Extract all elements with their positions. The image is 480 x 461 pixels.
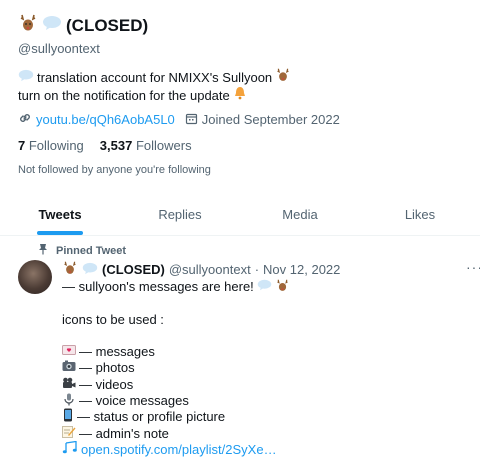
tab-media[interactable]: Media	[240, 196, 360, 235]
speech-bubble-icon	[257, 279, 272, 295]
mobile-phone-icon	[62, 408, 74, 426]
profile-display-name: (CLOSED)	[66, 15, 149, 35]
list-item: — videos	[62, 377, 290, 393]
speech-bubble-icon	[42, 15, 62, 36]
bell-icon	[233, 86, 247, 104]
more-icon[interactable]: ···	[466, 259, 480, 275]
tab-tweets[interactable]: Tweets	[0, 196, 120, 235]
icons-intro: icons to be used :	[62, 311, 164, 327]
not-followed-notice: Not followed by anyone you're following	[18, 164, 211, 176]
tab-likes[interactable]: Likes	[360, 196, 480, 235]
tweet-line1: — sullyoon's messages are here!	[62, 279, 254, 294]
profile-handle: @sullyoontext	[18, 41, 100, 56]
microphone-icon	[62, 393, 76, 410]
deer-icon	[62, 261, 78, 278]
deer-icon	[275, 68, 291, 86]
pinned-indicator: Pinned Tweet	[38, 243, 126, 258]
following-count: 7	[18, 138, 26, 153]
following-label: Following	[28, 138, 84, 153]
bio-text-line2: turn on the notification for the update	[18, 87, 230, 103]
list-item: open.spotify.com/playlist/2SyXe…	[62, 441, 290, 458]
followers-link[interactable]: 3,537 Followers	[100, 138, 192, 153]
deer-icon	[18, 14, 38, 37]
playlist-link[interactable]: open.spotify.com/playlist/2SyXe…	[81, 442, 277, 458]
tweet-header: (CLOSED) @sullyoontext · Nov 12, 2022	[62, 261, 340, 278]
profile-bio: translation account for NMIXX's Sullyoon…	[18, 68, 291, 104]
profile-name: (CLOSED)	[18, 14, 148, 37]
music-notes-icon	[62, 441, 78, 458]
tweet-author-handle[interactable]: @sullyoontext	[169, 262, 251, 277]
pin-icon	[38, 243, 48, 258]
pinned-label: Pinned Tweet	[56, 244, 127, 257]
joined-date: Joined September 2022	[185, 112, 340, 128]
love-letter-icon	[62, 344, 76, 360]
avatar[interactable]	[18, 260, 52, 294]
profile-header: (CLOSED) @sullyoontext	[18, 14, 148, 56]
deer-icon	[275, 279, 290, 296]
speech-bubble-icon	[18, 69, 34, 86]
memo-icon	[62, 425, 76, 442]
tweet-author-name[interactable]: (CLOSED)	[102, 262, 165, 277]
list-item: — messages	[62, 344, 290, 360]
profile-meta: youtu.be/qQh6AobA5L0 Joined September 20…	[18, 111, 340, 128]
video-camera-icon	[62, 377, 76, 393]
list-item: — voice messages	[62, 393, 290, 409]
tweet-date[interactable]: Nov 12, 2022	[263, 262, 340, 277]
link-icon	[18, 111, 32, 128]
list-item: — status or profile picture	[62, 408, 290, 426]
followers-label: Followers	[135, 138, 192, 153]
profile-tabs: Tweets Replies Media Likes	[0, 196, 480, 236]
tab-replies[interactable]: Replies	[120, 196, 240, 235]
list-item: — admin's note	[62, 426, 290, 442]
followers-count: 3,537	[99, 138, 133, 153]
following-link[interactable]: 7 Following	[18, 138, 84, 153]
speech-bubble-icon	[82, 262, 98, 278]
tweet-separator: ·	[254, 262, 260, 277]
calendar-icon	[185, 112, 198, 128]
list-item: — photos	[62, 360, 290, 376]
joined-text: Joined September 2022	[201, 112, 340, 127]
bio-text-line1: translation account for NMIXX's Sullyoon	[37, 69, 273, 85]
profile-link[interactable]: youtu.be/qQh6AobA5L0	[36, 112, 175, 127]
camera-icon	[62, 360, 76, 376]
tweet-body: — sullyoon's messages are here! icons to…	[62, 279, 290, 458]
follow-counts: 7 Following 3,537 Followers	[18, 138, 192, 153]
